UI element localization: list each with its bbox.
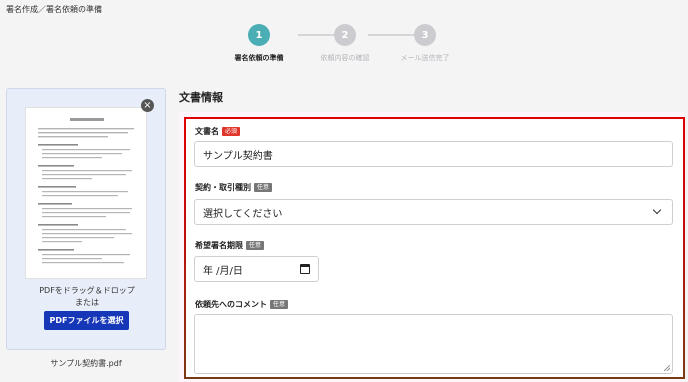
drop-zone-line2: または [75, 298, 99, 307]
step-2: 2 依頼内容の確認 [305, 24, 385, 63]
remove-file-icon[interactable]: × [141, 99, 154, 112]
document-name-input[interactable]: サンプル契約書 [194, 141, 673, 167]
comment-textarea[interactable] [194, 314, 673, 374]
document-name-label: 文書名 必須 [195, 126, 241, 137]
drop-zone-line1: PDFをドラッグ＆ドロップ [39, 286, 135, 295]
comment-label: 依頼先へのコメント 任意 [195, 299, 289, 310]
due-date-input[interactable]: 年 /月/日 [194, 256, 319, 282]
breadcrumb[interactable]: 署名作成／署名依頼の準備 [6, 4, 102, 15]
optional-badge: 任意 [246, 241, 265, 250]
optional-badge: 任意 [270, 300, 289, 309]
document-info-form: 文書名 必須 サンプル契約書 契約・取引種別 任意 選択してください 希望署名期… [184, 117, 685, 379]
drop-zone-text: PDFをドラッグ＆ドロップ または [7, 285, 167, 309]
pdf-upload-panel[interactable]: × PDFをドラッグ＆ドロップ または PDFファイルを選択 [6, 88, 166, 350]
calendar-icon[interactable] [300, 264, 310, 274]
resize-handle-icon[interactable] [664, 365, 670, 371]
step-2-label: 依頼内容の確認 [320, 54, 370, 62]
due-date-value: 年 /月/日 [203, 265, 243, 277]
document-name-label-text: 文書名 [195, 127, 219, 136]
contract-type-label: 契約・取引種別 任意 [195, 182, 273, 193]
step-1-label: 署名依頼の準備 [234, 54, 284, 62]
step-3-label: メール送信完了 [400, 54, 450, 62]
due-date-label-text: 希望署名期限 [195, 241, 243, 250]
document-preview-image [38, 118, 134, 264]
step-3-circle: 3 [414, 24, 436, 46]
page: 署名作成／署名依頼の準備 1 署名依頼の準備 2 依頼内容の確認 3 メール送信… [0, 0, 688, 382]
optional-badge: 任意 [254, 183, 273, 192]
due-date-label: 希望署名期限 任意 [195, 240, 265, 251]
pdf-thumbnail [25, 107, 147, 279]
chevron-down-icon [652, 205, 662, 215]
step-3: 3 メール送信完了 [385, 24, 465, 63]
uploaded-file-name: サンプル契約書.pdf [50, 359, 122, 368]
required-badge: 必須 [222, 127, 241, 136]
step-2-circle: 2 [334, 24, 356, 46]
contract-type-label-text: 契約・取引種別 [195, 183, 251, 192]
contract-type-select[interactable]: 選択してください [194, 199, 673, 225]
section-title: 文書情報 [179, 91, 223, 104]
step-1: 1 署名依頼の準備 [219, 24, 299, 63]
progress-stepper: 1 署名依頼の準備 2 依頼内容の確認 3 メール送信完了 [235, 24, 468, 64]
select-pdf-button[interactable]: PDFファイルを選択 [44, 311, 129, 330]
contract-type-value: 選択してください [203, 208, 283, 220]
step-1-circle: 1 [248, 24, 270, 46]
document-name-value: サンプル契約書 [203, 150, 273, 162]
comment-label-text: 依頼先へのコメント [195, 300, 267, 309]
